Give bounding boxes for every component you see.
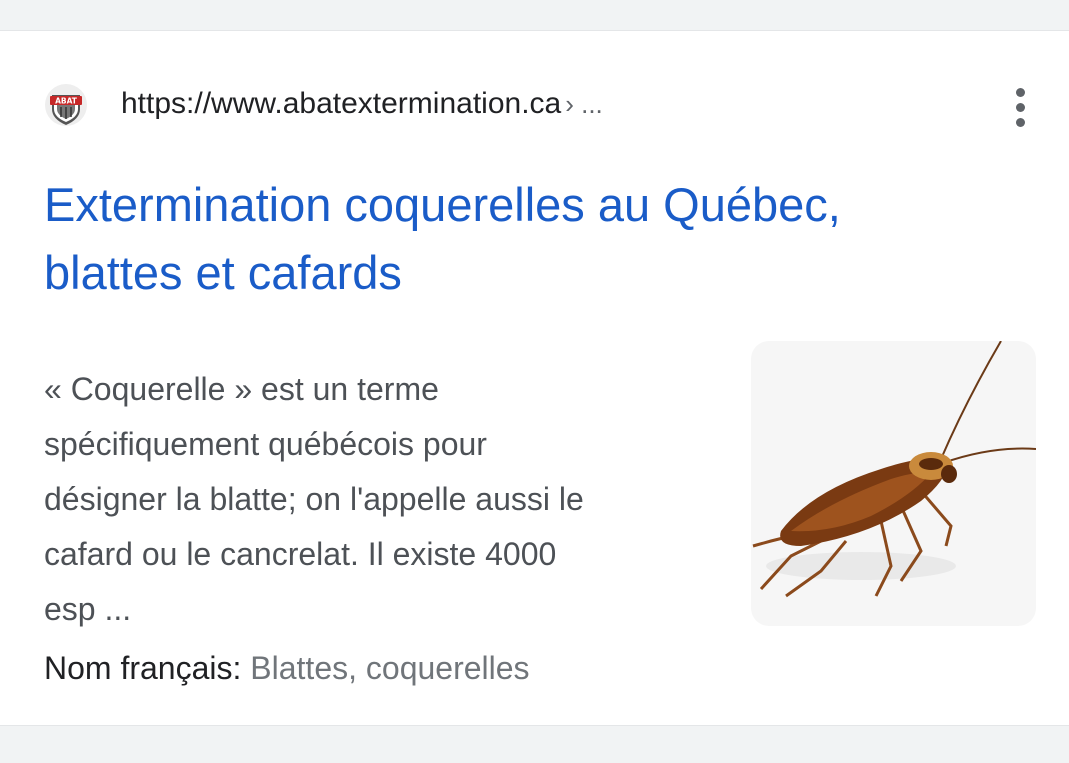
snippet-line: spécifiquement québécois pour (44, 426, 487, 462)
url-breadcrumb: › ... (565, 89, 603, 119)
snippet-line: esp ... (44, 591, 132, 627)
attribute-value: Blattes, coquerelles (250, 650, 530, 686)
more-vert-icon-dot (1016, 118, 1025, 127)
page-background-top (0, 0, 1069, 10)
result-url[interactable]: https://www.abatextermination.ca › ... (121, 86, 603, 122)
attribute-label: Nom français: (44, 650, 242, 686)
result-title-link[interactable]: Extermination coquerelles au Québec, bla… (44, 171, 1024, 307)
favicon-text: ABAT (55, 97, 78, 106)
more-vert-icon-dot (1016, 103, 1025, 112)
more-options-button[interactable] (1000, 85, 1040, 129)
result-attribute: Nom français: Blattes, coquerelles (44, 646, 530, 690)
result-title-line-1: Extermination coquerelles au Québec, (44, 178, 841, 231)
more-vert-icon (1016, 88, 1025, 97)
url-text: https://www.abatextermination.ca (121, 87, 562, 120)
snippet-line: désigner la blatte; on l'appelle aussi l… (44, 481, 584, 517)
cockroach-image (752, 341, 1036, 598)
snippet-line: cafard ou le cancrelat. Il existe 4000 (44, 536, 557, 572)
search-result-card: ABAT https://www.abatextermination.ca › .… (0, 30, 1069, 726)
result-title-line-2: blattes et cafards (44, 246, 402, 299)
result-snippet: « Coquerelle » est un terme spécifiqueme… (44, 362, 724, 637)
site-favicon-icon[interactable]: ABAT (44, 83, 88, 127)
result-thumbnail[interactable] (751, 341, 1036, 626)
snippet-line: « Coquerelle » est un terme (44, 371, 439, 407)
page-background-bottom (0, 745, 1069, 763)
